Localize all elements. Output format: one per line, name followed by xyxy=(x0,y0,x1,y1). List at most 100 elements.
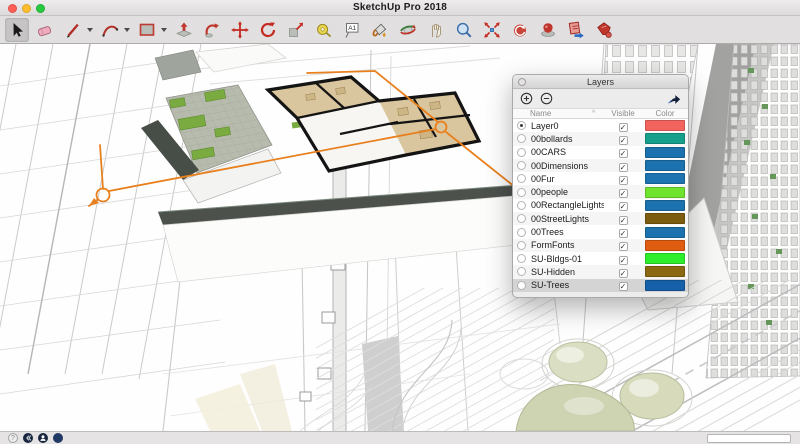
panel-close-button[interactable] xyxy=(518,78,526,86)
close-window-button[interactable] xyxy=(8,4,17,13)
line-tool-button[interactable] xyxy=(61,18,85,42)
layer-color-swatch[interactable] xyxy=(645,200,685,211)
layer-row[interactable]: Layer0 ✓ xyxy=(513,119,688,132)
move-tool-button[interactable] xyxy=(228,18,252,42)
two-point-arc-tool-button[interactable] xyxy=(98,18,122,42)
layer-name: 00Fur xyxy=(526,174,604,184)
model-canvas[interactable]: Layers Name ^ Visible Color xyxy=(0,44,800,431)
orbit-icon xyxy=(398,20,418,40)
sketchup-window: SketchUp Pro 2018 A1 xyxy=(0,0,800,444)
layer-row[interactable]: SU-Trees ✓ xyxy=(513,279,688,292)
layer-color-swatch[interactable] xyxy=(645,253,685,264)
send-to-layout-tool-button[interactable] xyxy=(592,18,616,42)
layer-color-swatch[interactable] xyxy=(645,280,685,291)
eraser-tool-button[interactable] xyxy=(33,18,57,42)
current-layer-radio[interactable] xyxy=(517,241,526,250)
add-layer-button[interactable] xyxy=(520,92,533,105)
layer-color-swatch[interactable] xyxy=(645,120,685,131)
zoom-extents-tool-button[interactable] xyxy=(480,18,504,42)
layer-color-swatch[interactable] xyxy=(645,240,685,251)
pan-hand-icon xyxy=(426,20,446,40)
maximize-window-button[interactable] xyxy=(36,4,45,13)
current-layer-radio[interactable] xyxy=(517,134,526,143)
window-titlebar[interactable]: SketchUp Pro 2018 xyxy=(0,0,800,16)
line-tool-dropdown[interactable] xyxy=(87,28,93,32)
current-layer-radio[interactable] xyxy=(517,267,526,276)
layer-row[interactable]: 00Fur ✓ xyxy=(513,172,688,185)
export-tool-button[interactable] xyxy=(564,18,588,42)
layer-row[interactable]: 00Dimensions ✓ xyxy=(513,159,688,172)
select-tool-button[interactable] xyxy=(5,18,29,42)
layer-row[interactable]: 00RectangleLights ✓ xyxy=(513,199,688,212)
orbit-tool-button[interactable] xyxy=(396,18,420,42)
move-icon xyxy=(230,20,250,40)
layer-color-swatch[interactable] xyxy=(645,133,685,144)
floorplan-model[interactable] xyxy=(141,44,562,282)
current-layer-radio[interactable] xyxy=(517,188,526,197)
minus-circle-icon xyxy=(540,92,553,105)
zoom-tool-button[interactable] xyxy=(452,18,476,42)
account-button[interactable] xyxy=(38,433,48,443)
minimize-window-button[interactable] xyxy=(22,4,31,13)
layer-color-swatch[interactable] xyxy=(645,213,685,224)
current-layer-radio[interactable] xyxy=(517,161,526,170)
navigation-button[interactable] xyxy=(23,433,33,443)
send-to-layout-icon xyxy=(594,20,614,40)
zoom-previous-icon xyxy=(510,20,530,40)
push-pull-tool-button[interactable] xyxy=(172,18,196,42)
follow-me-tool-button[interactable] xyxy=(200,18,224,42)
layer-row[interactable]: 00CARS ✓ xyxy=(513,146,688,159)
current-layer-radio[interactable] xyxy=(517,214,526,223)
current-layer-radio[interactable] xyxy=(517,228,526,237)
scale-tool-button[interactable] xyxy=(284,18,308,42)
text-tool-button[interactable]: A1 xyxy=(340,18,364,42)
layer-name: 00people xyxy=(526,187,604,197)
current-layer-radio[interactable] xyxy=(517,281,526,290)
layer-row[interactable]: 00people ✓ xyxy=(513,185,688,198)
zoom-extents-icon xyxy=(482,20,502,40)
current-layer-radio[interactable] xyxy=(517,201,526,210)
current-layer-radio[interactable] xyxy=(517,174,526,183)
status-bar: ? xyxy=(0,431,800,444)
current-layer-radio[interactable] xyxy=(517,121,526,130)
layer-row[interactable]: 00Trees ✓ xyxy=(513,225,688,238)
layers-list: Layer0 ✓ 00bollards ✓ 00CARS ✓ 00Dimensi… xyxy=(513,119,688,292)
layer-color-swatch[interactable] xyxy=(645,227,685,238)
rotate-tool-button[interactable] xyxy=(256,18,280,42)
current-layer-radio[interactable] xyxy=(517,254,526,263)
layers-panel-titlebar[interactable]: Layers xyxy=(513,75,688,89)
layer-row[interactable]: FormFonts ✓ xyxy=(513,239,688,252)
help-button[interactable]: ? xyxy=(8,433,18,443)
remove-layer-button[interactable] xyxy=(540,92,553,105)
layer-color-swatch[interactable] xyxy=(645,173,685,184)
paint-bucket-tool-button[interactable] xyxy=(368,18,392,42)
visible-checkbox[interactable]: ✓ xyxy=(619,282,628,291)
layer-name: 00CARS xyxy=(526,147,604,157)
scale-icon xyxy=(286,20,306,40)
tape-measure-icon xyxy=(314,20,334,40)
layer-row[interactable]: 00bollards ✓ xyxy=(513,132,688,145)
layer-row[interactable]: 00StreetLights ✓ xyxy=(513,212,688,225)
layers-panel-title: Layers xyxy=(587,77,614,87)
zoom-previous-tool-button[interactable] xyxy=(508,18,532,42)
layer-row[interactable]: SU-Bldgs-01 ✓ xyxy=(513,252,688,265)
layer-row[interactable]: SU-Hidden ✓ xyxy=(513,265,688,278)
pan-tool-button[interactable] xyxy=(424,18,448,42)
rectangle-tool-dropdown[interactable] xyxy=(161,28,167,32)
rectangle-tool-button[interactable] xyxy=(135,18,159,42)
follow-me-icon xyxy=(202,20,222,40)
name-column-header[interactable]: Name xyxy=(513,109,592,118)
layer-color-swatch[interactable] xyxy=(645,147,685,158)
layer-color-swatch[interactable] xyxy=(645,160,685,171)
layer-name: 00Trees xyxy=(526,227,604,237)
measurements-input[interactable] xyxy=(707,434,791,443)
position-camera-tool-button[interactable] xyxy=(536,18,560,42)
current-layer-radio[interactable] xyxy=(517,148,526,157)
arc-tool-dropdown[interactable] xyxy=(124,28,130,32)
layer-name: 00bollards xyxy=(526,134,604,144)
tape-measure-tool-button[interactable] xyxy=(312,18,336,42)
panel-detail-menu-button[interactable] xyxy=(667,93,681,105)
layer-color-swatch[interactable] xyxy=(645,187,685,198)
eraser-icon xyxy=(35,20,55,40)
layer-color-swatch[interactable] xyxy=(645,266,685,277)
